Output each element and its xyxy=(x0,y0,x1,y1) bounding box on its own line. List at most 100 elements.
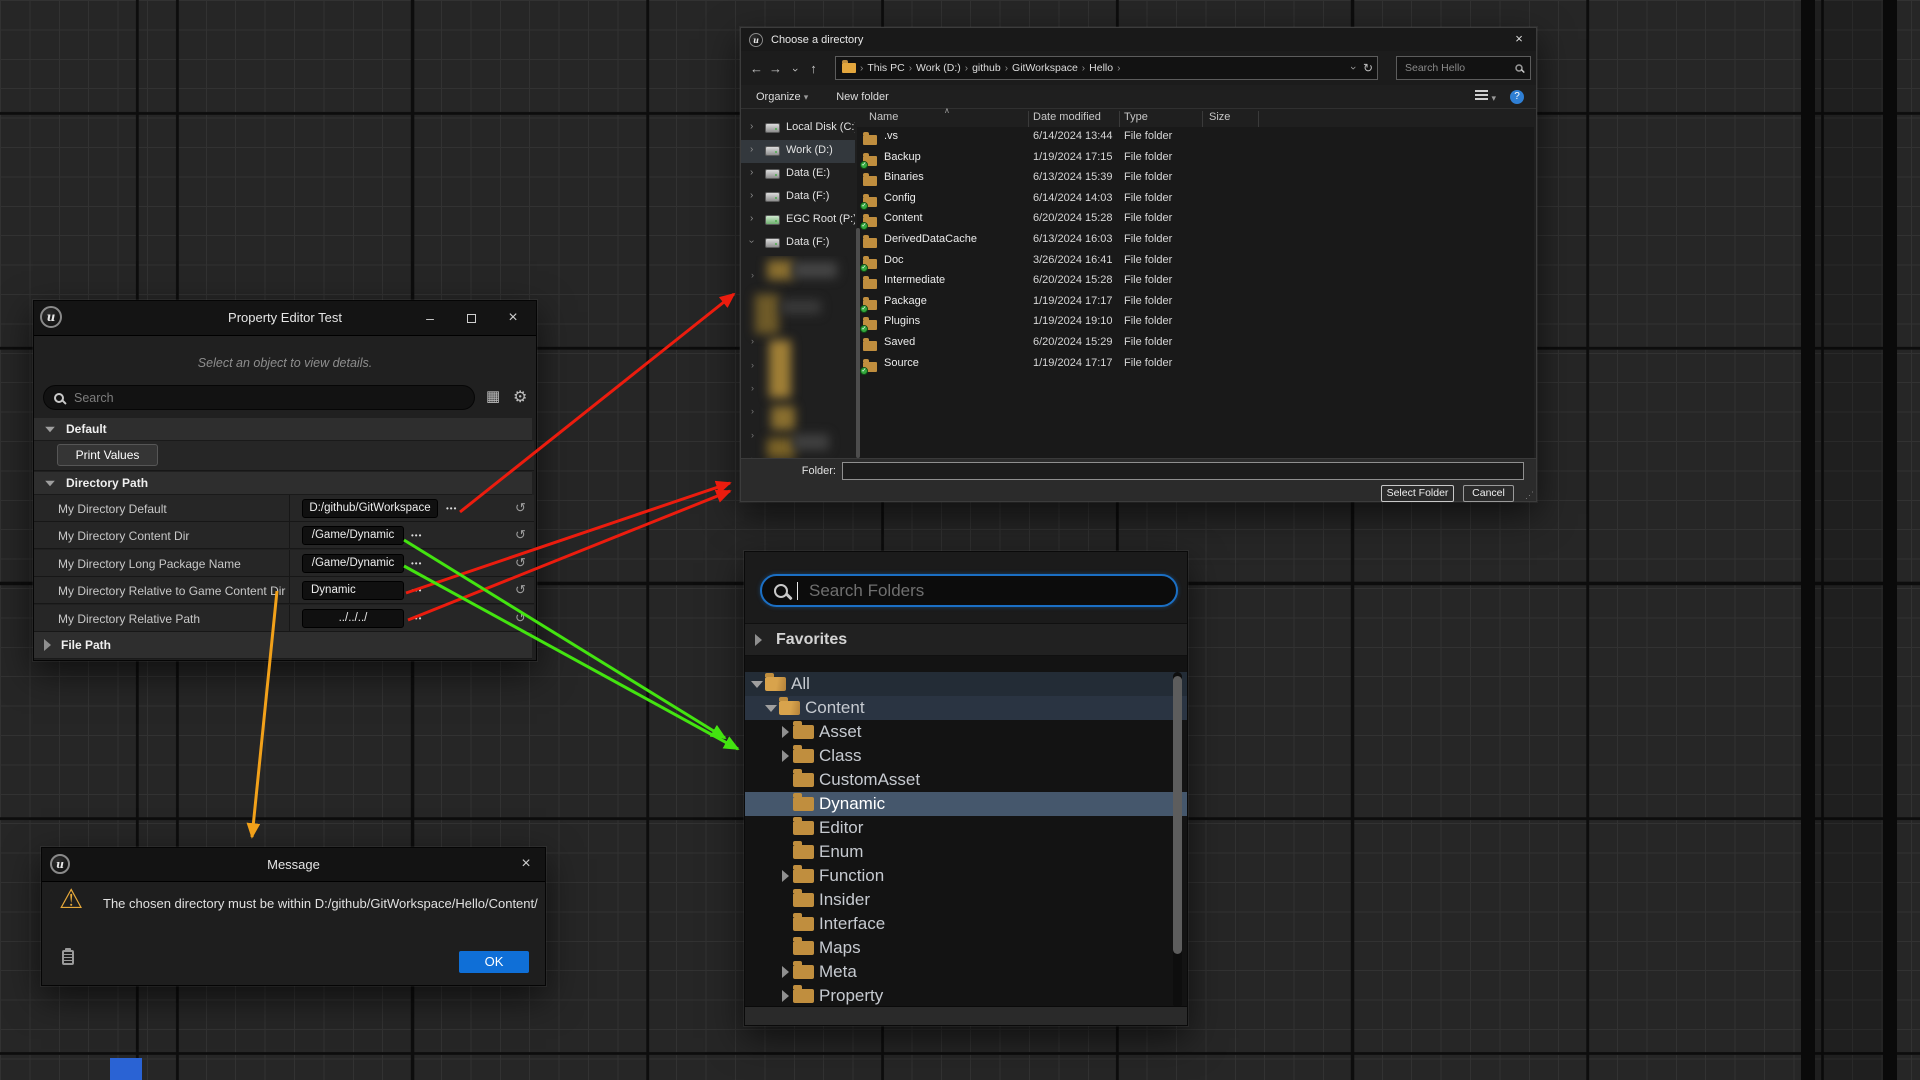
file-row[interactable]: Saved6/20/2024 15:29File folder xyxy=(857,333,1534,354)
file-row[interactable]: Plugins1/19/2024 19:10File folder xyxy=(857,312,1534,333)
file-row[interactable]: Config6/14/2024 14:03File folder xyxy=(857,189,1534,210)
sidebar-item-data-e[interactable]: ›Data (E:) xyxy=(741,163,855,186)
property-label: My Directory Relative to Game Content Di… xyxy=(58,584,285,598)
sidebar-item-local-disk-c[interactable]: ›Local Disk (C:) xyxy=(741,117,855,140)
reset-to-default-icon[interactable]: ↺ xyxy=(515,500,526,516)
property-value-box[interactable]: /Game/Dynamic xyxy=(302,526,404,545)
sidebar-item-data-f[interactable]: ›Data (F:) xyxy=(741,186,855,209)
close-button[interactable]: × xyxy=(500,309,526,329)
sidebar-item-egc-root-p[interactable]: ›EGC Root (P:) xyxy=(741,209,855,232)
tree-row-enum[interactable]: Enum xyxy=(745,840,1187,864)
tree-row-all[interactable]: All xyxy=(745,672,1187,696)
tree-row-class[interactable]: Class xyxy=(745,744,1187,768)
resize-grip-icon[interactable]: ⋰ xyxy=(1525,490,1534,501)
new-folder-button[interactable]: New folder xyxy=(836,91,889,103)
refresh-icon[interactable]: ↻ xyxy=(1363,61,1373,75)
column-type[interactable]: Type xyxy=(1124,111,1148,123)
favorites-section-header[interactable]: Favorites xyxy=(745,623,1187,656)
close-icon[interactable]: × xyxy=(1502,28,1536,51)
scrollbar-thumb[interactable] xyxy=(1173,676,1182,954)
details-search-bar[interactable] xyxy=(43,385,475,410)
forward-icon[interactable]: → xyxy=(766,61,785,76)
file-row[interactable]: Source1/19/2024 17:17File folder xyxy=(857,354,1534,375)
folder-search-input[interactable] xyxy=(807,580,1164,602)
folder-search-box[interactable] xyxy=(760,574,1178,607)
property-value-box[interactable]: ../../../ xyxy=(302,609,404,628)
property-row: My Directory Default D:/github/GitWorksp… xyxy=(34,495,534,522)
file-row[interactable]: .vs6/14/2024 13:44File folder xyxy=(857,127,1534,148)
browse-ellipsis-button[interactable]: ••• xyxy=(411,532,422,540)
folder-icon xyxy=(793,845,814,859)
browse-ellipsis-button[interactable]: ••• xyxy=(446,505,457,513)
message-titlebar[interactable]: Message × xyxy=(42,848,545,882)
sidebar-scrollbar[interactable] xyxy=(856,228,860,458)
reset-to-default-icon[interactable]: ↺ xyxy=(515,582,526,598)
breadcrumb[interactable]: ›Hello› xyxy=(1082,62,1121,74)
maximize-button[interactable] xyxy=(458,309,484,329)
display-filter-icon[interactable]: ▦ xyxy=(486,387,500,405)
select-folder-button[interactable]: Select Folder xyxy=(1381,485,1454,502)
dialog-search-input[interactable] xyxy=(1403,61,1514,75)
address-bar[interactable]: ›This PC ›Work (D:) ›github ›GitWorkspac… xyxy=(835,56,1378,80)
property-value-box[interactable]: D:/github/GitWorkspace xyxy=(302,499,438,518)
tree-row-interface[interactable]: Interface xyxy=(745,912,1187,936)
tree-row-maps[interactable]: Maps xyxy=(745,936,1187,960)
tree-row-property[interactable]: Property xyxy=(745,984,1187,1006)
file-row[interactable]: Intermediate6/20/2024 15:28File folder xyxy=(857,271,1534,292)
address-dropdown-icon[interactable]: › xyxy=(1351,62,1355,74)
folder-name-input[interactable] xyxy=(842,462,1524,480)
minimize-button[interactable]: – xyxy=(417,309,443,329)
reset-to-default-icon[interactable]: ↺ xyxy=(515,555,526,571)
category-default[interactable]: Default xyxy=(34,418,532,441)
tree-row-meta[interactable]: Meta xyxy=(745,960,1187,984)
reset-to-default-icon[interactable]: ↺ xyxy=(515,527,526,543)
close-icon[interactable]: × xyxy=(513,855,539,875)
copy-to-clipboard-icon[interactable] xyxy=(62,950,74,965)
sidebar-item-data-f-expanded[interactable]: ›Data (F:) xyxy=(741,232,855,255)
column-name[interactable]: Name xyxy=(869,111,898,123)
file-row[interactable]: Doc3/26/2024 16:41File folder xyxy=(857,251,1534,272)
reset-to-default-icon[interactable]: ↺ xyxy=(515,610,526,626)
cancel-button[interactable]: Cancel xyxy=(1463,485,1514,502)
tree-row-content[interactable]: Content xyxy=(745,696,1187,720)
file-row[interactable]: Package1/19/2024 17:17File folder xyxy=(857,292,1534,313)
file-row[interactable]: DerivedDataCache6/13/2024 16:03File fold… xyxy=(857,230,1534,251)
tree-row-insider[interactable]: Insider xyxy=(745,888,1187,912)
breadcrumb[interactable]: ›This PC xyxy=(860,62,905,74)
tree-row-editor[interactable]: Editor xyxy=(745,816,1187,840)
browse-ellipsis-button[interactable]: ••• xyxy=(411,615,422,623)
organize-menu[interactable]: Organize ▾ xyxy=(756,91,808,103)
column-size[interactable]: Size xyxy=(1209,111,1230,123)
help-icon[interactable]: ? xyxy=(1510,90,1524,104)
file-row[interactable]: Binaries6/13/2024 15:39File folder xyxy=(857,168,1534,189)
ok-button[interactable]: OK xyxy=(459,951,529,973)
browse-ellipsis-button[interactable]: ••• xyxy=(411,587,422,595)
category-directory-path[interactable]: Directory Path xyxy=(34,472,532,495)
settings-gear-icon[interactable]: ⚙ xyxy=(513,387,527,407)
tree-row-customasset[interactable]: CustomAsset xyxy=(745,768,1187,792)
column-date-modified[interactable]: Date modified xyxy=(1033,111,1101,123)
browse-ellipsis-button[interactable]: ••• xyxy=(411,560,422,568)
property-value-box[interactable]: Dynamic xyxy=(302,581,404,600)
print-values-button[interactable]: Print Values xyxy=(57,444,158,466)
property-editor-titlebar[interactable]: Property Editor Test – × xyxy=(34,301,536,336)
tree-row-asset[interactable]: Asset xyxy=(745,720,1187,744)
breadcrumb[interactable]: ›GitWorkspace xyxy=(1005,62,1078,74)
tree-row-dynamic[interactable]: Dynamic xyxy=(745,792,1187,816)
recent-locations-icon[interactable]: › xyxy=(785,61,804,76)
breadcrumb[interactable]: ›Work (D:) xyxy=(909,62,961,74)
back-icon[interactable]: ← xyxy=(747,61,766,76)
sidebar-item-work-d[interactable]: ›Work (D:) xyxy=(741,140,855,163)
dialog-search-box[interactable] xyxy=(1396,56,1531,80)
tree-row-function[interactable]: Function xyxy=(745,864,1187,888)
dialog-titlebar[interactable]: Choose a directory × xyxy=(741,28,1536,51)
file-row[interactable]: Content6/20/2024 15:28File folder xyxy=(857,209,1534,230)
search-input[interactable] xyxy=(72,390,464,406)
property-value-box[interactable]: /Game/Dynamic xyxy=(302,554,404,573)
view-mode-icon[interactable]: ▾ xyxy=(1475,90,1496,104)
file-row[interactable]: Backup1/19/2024 17:15File folder xyxy=(857,148,1534,169)
category-file-path[interactable]: File Path xyxy=(34,632,532,659)
breadcrumb[interactable]: ›github xyxy=(965,62,1001,74)
up-icon[interactable]: ↑ xyxy=(804,61,823,76)
tree-scrollbar[interactable] xyxy=(1173,672,1182,1008)
